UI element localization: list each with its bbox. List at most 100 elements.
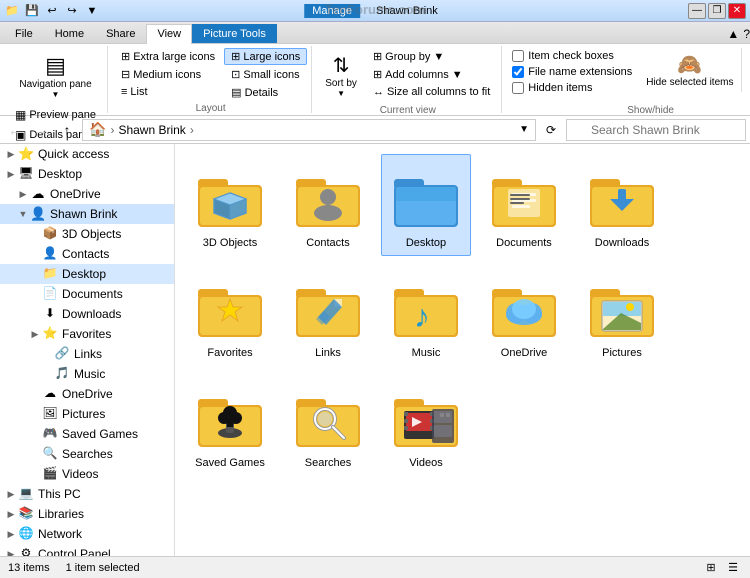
links-icon: 🔗 <box>54 346 70 362</box>
quick-access-icon[interactable]: 💾 <box>24 3 40 19</box>
breadcrumb-shawn-brink[interactable]: Shawn Brink <box>118 123 185 137</box>
details-icon: ▤ <box>231 86 241 99</box>
onedrive-sub-icon: ☁ <box>42 386 58 402</box>
manage-tab[interactable]: Manage <box>304 4 360 18</box>
ribbon-collapse-icon[interactable]: ▲ <box>727 27 739 41</box>
file-name-extensions-checkbox[interactable]: File name extensions <box>512 66 632 78</box>
folder-documents[interactable]: Documents <box>479 154 569 256</box>
sidebar-item-saved-games[interactable]: 🎮 Saved Games <box>0 424 174 444</box>
sidebar-item-shawn-brink[interactable]: ▼ 👤 Shawn Brink <box>0 204 174 224</box>
ribbon-group-current-view: ⇅ Sort by ▼ ⊞ Group by ▼ ⊞ Add columns ▼… <box>314 46 502 113</box>
sidebar-item-downloads[interactable]: ⬇ Downloads <box>0 304 174 324</box>
options-button[interactable]: ⚙ Options ▼ <box>744 48 750 103</box>
downloads-icon: ⬇ <box>42 306 58 322</box>
folder-links[interactable]: Links <box>283 264 373 366</box>
sidebar-item-contacts[interactable]: 👤 Contacts <box>0 244 174 264</box>
list-icon: ≡ <box>121 86 127 98</box>
folder-contacts[interactable]: Contacts <box>283 154 373 256</box>
tab-share[interactable]: Share <box>95 24 146 43</box>
sidebar-item-searches[interactable]: 🔍 Searches <box>0 444 174 464</box>
user-tab: Shawn Brink <box>368 4 446 18</box>
network-icon: 🌐 <box>18 526 34 542</box>
hidden-items-input[interactable] <box>512 82 524 94</box>
hide-selected-button[interactable]: 🙈 Hide selected items <box>638 48 742 92</box>
quick-access-icon: ⭐ <box>18 146 34 162</box>
nav-pane-button[interactable]: ▤ Navigation pane ▼ <box>8 48 103 104</box>
folder-searches[interactable]: Searches <box>283 374 373 476</box>
sidebar-item-desktop-sub[interactable]: 📁 Desktop <box>0 264 174 284</box>
help-icon[interactable]: ? <box>743 27 750 41</box>
folder-documents-label: Documents <box>496 237 552 249</box>
quick-access-arrow: ▶ <box>4 149 18 160</box>
extra-large-icons-button[interactable]: ⊞ Extra large icons <box>114 48 222 65</box>
large-icons-button[interactable]: ⊞ Large icons <box>224 48 307 65</box>
sidebar-item-links[interactable]: 🔗 Links <box>0 344 174 364</box>
contacts-icon: 👤 <box>42 246 58 262</box>
tab-view[interactable]: View <box>146 24 192 44</box>
svg-text:♪: ♪ <box>414 298 430 334</box>
folder-onedrive[interactable]: OneDrive <box>479 264 569 366</box>
sidebar-item-music[interactable]: 🎵 Music <box>0 364 174 384</box>
sidebar-item-network[interactable]: ▶ 🌐 Network <box>0 524 174 544</box>
folder-videos[interactable]: Videos <box>381 374 471 476</box>
desktop-icon: 🖥 <box>18 166 34 182</box>
minimize-button[interactable]: — <box>688 3 706 19</box>
group-by-button[interactable]: ⊞ Group by ▼ <box>366 48 497 65</box>
quick-access-label: Quick access <box>38 147 109 161</box>
refresh-button[interactable]: ⟳ <box>540 119 562 141</box>
tab-file[interactable]: File <box>4 24 44 43</box>
selected-count: 1 item selected <box>66 562 140 574</box>
file-name-extensions-input[interactable] <box>512 66 524 78</box>
undo-icon[interactable]: ↩ <box>44 3 60 19</box>
sidebar-item-onedrive-sub[interactable]: ☁ OneDrive <box>0 384 174 404</box>
folder-3d-objects-label: 3D Objects <box>203 237 257 249</box>
sidebar-item-this-pc[interactable]: ▶ 💻 This PC <box>0 484 174 504</box>
sort-by-button[interactable]: ⇅ Sort by ▼ <box>318 48 364 103</box>
item-check-boxes-input[interactable] <box>512 50 524 62</box>
search-input[interactable] <box>566 119 746 141</box>
sidebar-item-videos[interactable]: 🎬 Videos <box>0 464 174 484</box>
nav-pane-arrow: ▼ <box>52 90 60 99</box>
forward-button[interactable]: → <box>30 119 52 141</box>
sidebar-item-onedrive[interactable]: ▶ ☁ OneDrive <box>0 184 174 204</box>
medium-icons-button[interactable]: ⊟ Medium icons <box>114 66 222 83</box>
folder-3d-objects[interactable]: 3D Objects <box>185 154 275 256</box>
sidebar-item-control-panel[interactable]: ▶ ⚙ Control Panel <box>0 544 174 556</box>
address-path[interactable]: 🏠 › Shawn Brink › ▼ <box>82 119 536 141</box>
sidebar-item-documents[interactable]: 📄 Documents <box>0 284 174 304</box>
close-button[interactable]: ✕ <box>728 3 746 19</box>
details-view-button[interactable]: ☰ <box>724 559 742 577</box>
hidden-items-checkbox[interactable]: Hidden items <box>512 82 632 94</box>
item-check-boxes-checkbox[interactable]: Item check boxes <box>512 50 632 62</box>
folder-music[interactable]: ♪ Music <box>381 264 471 366</box>
tab-picture-tools[interactable]: Picture Tools <box>192 24 277 43</box>
folder-downloads[interactable]: Downloads <box>577 154 667 256</box>
small-icons-button[interactable]: ⊡ Small icons <box>224 66 307 83</box>
redo-icon[interactable]: ↪ <box>64 3 80 19</box>
sidebar-item-favorites[interactable]: ▶ ⭐ Favorites <box>0 324 174 344</box>
back-button[interactable]: ← <box>4 119 26 141</box>
folder-favorites-label: Favorites <box>207 347 252 359</box>
folder-saved-games[interactable]: Saved Games <box>185 374 275 476</box>
sidebar-item-libraries[interactable]: ▶ 📚 Libraries <box>0 504 174 524</box>
up-button[interactable]: ↑ <box>56 119 78 141</box>
large-icons-view-button[interactable]: ⊞ <box>702 559 720 577</box>
details-button[interactable]: ▤ Details <box>224 84 307 101</box>
tab-home[interactable]: Home <box>44 24 95 43</box>
folder-favorites[interactable]: Favorites <box>185 264 275 366</box>
maximize-button[interactable]: ❐ <box>708 3 726 19</box>
folder-desktop[interactable]: Desktop <box>381 154 471 256</box>
music-icon: 🎵 <box>54 366 70 382</box>
sidebar-item-pictures[interactable]: 🖼 Pictures <box>0 404 174 424</box>
folder-pictures[interactable]: Pictures <box>577 264 667 366</box>
size-all-button[interactable]: ↔ Size all columns to fit <box>366 84 497 100</box>
sidebar-item-3d-objects[interactable]: 📦 3D Objects <box>0 224 174 244</box>
sidebar-item-desktop[interactable]: ▶ 🖥 Desktop <box>0 164 174 184</box>
dropdown-icon[interactable]: ▼ <box>84 3 100 19</box>
list-button[interactable]: ≡ List <box>114 84 222 100</box>
nav-pane-icon: ▤ <box>45 53 66 79</box>
show-hide-group-label: Show/hide <box>627 105 674 116</box>
sidebar-item-quick-access[interactable]: ▶ ⭐ Quick access <box>0 144 174 164</box>
address-dropdown-icon[interactable]: ▼ <box>519 124 529 135</box>
add-columns-button[interactable]: ⊞ Add columns ▼ <box>366 66 497 83</box>
